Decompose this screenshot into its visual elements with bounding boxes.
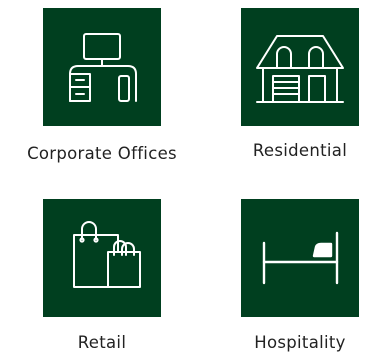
category-tile[interactable] <box>241 199 359 317</box>
sector-grid: Corporate Offices Residential Retail Hos… <box>0 0 365 352</box>
house-icon <box>256 35 344 103</box>
category-card-hospitality[interactable]: Hospitality <box>225 199 365 352</box>
category-label: Hospitality <box>254 333 346 352</box>
category-label: Corporate Offices <box>27 144 177 163</box>
category-card-retail[interactable]: Retail <box>27 199 177 352</box>
category-label: Residential <box>252 141 348 160</box>
category-card-residential[interactable]: Residential <box>225 8 365 161</box>
category-card-corporate-offices[interactable]: Corporate Offices <box>27 8 177 164</box>
category-tile[interactable] <box>43 199 161 317</box>
category-tile[interactable] <box>43 8 161 126</box>
office-desk-icon <box>69 33 137 102</box>
category-label: Retail <box>77 333 127 352</box>
shopping-bags-icon <box>73 221 141 288</box>
bed-icon <box>262 231 339 285</box>
category-tile[interactable] <box>241 8 359 126</box>
